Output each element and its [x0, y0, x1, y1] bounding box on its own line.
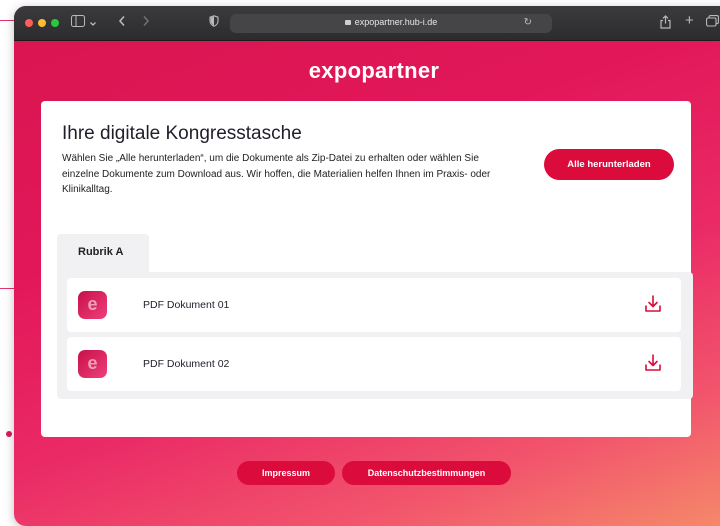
forward-icon[interactable]	[142, 15, 150, 31]
download-icon[interactable]	[642, 352, 664, 374]
brand-logo: expopartner	[308, 58, 440, 83]
reload-icon[interactable]: ↻	[524, 17, 532, 28]
impressum-link[interactable]: Impressum	[237, 461, 335, 485]
chevron-down-icon[interactable]	[89, 16, 97, 32]
tab-rubrik-a[interactable]: Rubrik A	[57, 234, 149, 272]
close-window-button[interactable]	[25, 19, 33, 27]
decorative-dot	[6, 431, 12, 437]
page-description: Wählen Sie „Alle herunterladen“, um die …	[62, 153, 491, 195]
document-thumbnail-icon: e	[78, 350, 107, 378]
zoom-window-button[interactable]	[51, 19, 59, 27]
document-row[interactable]: e PDF Dokument 02	[67, 337, 681, 391]
sidebar-toggle-icon[interactable]	[71, 15, 85, 31]
address-bar[interactable]: expopartner.hub-i.de ↻	[230, 14, 552, 33]
document-list: e PDF Dokument 01 e PDF Dokument 02	[57, 272, 693, 399]
browser-window: expopartner.hub-i.de ↻ + expopartner Ihr…	[14, 6, 720, 526]
privacy-policy-link[interactable]: Datenschutzbestimmungen	[342, 461, 511, 485]
document-name: PDF Dokument 02	[143, 358, 230, 370]
document-row[interactable]: e PDF Dokument 01	[67, 278, 681, 332]
document-name: PDF Dokument 01	[143, 299, 230, 311]
privacy-shield-icon[interactable]	[209, 15, 219, 31]
tab-label: Rubrik A	[78, 246, 124, 258]
tab-overview-icon[interactable]	[706, 15, 719, 31]
url-text: expopartner.hub-i.de	[354, 17, 438, 27]
new-tab-icon[interactable]: +	[685, 13, 694, 29]
browser-toolbar: expopartner.hub-i.de ↻ +	[14, 6, 720, 41]
lock-icon	[344, 20, 351, 25]
download-icon[interactable]	[642, 293, 664, 315]
document-thumbnail-icon: e	[78, 291, 107, 319]
download-all-button[interactable]: Alle herunterladen	[544, 149, 674, 180]
share-icon[interactable]	[660, 15, 671, 33]
content-card: Ihre digitale Kongresstasche Wählen Sie …	[41, 101, 693, 437]
back-icon[interactable]	[118, 15, 126, 31]
minimize-window-button[interactable]	[38, 19, 46, 27]
page-title: Ihre digitale Kongresstasche	[62, 123, 302, 144]
